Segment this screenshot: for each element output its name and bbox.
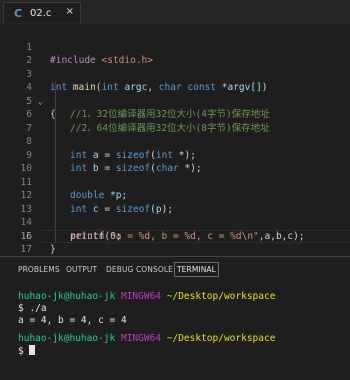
code-line: 3 int main(int argc, char const *argv[]) [0,54,350,94]
line-number: 16 [20,230,32,242]
code-line: 10 [0,149,350,174]
c-file-icon: C [14,6,23,20]
code-line: 6 //2、64位编译器用32位大小(8字节)保存地址 [0,95,350,134]
code-line: 1 #include <stdio.h> [0,27,350,67]
code-line: 2 [0,41,350,66]
tab-problems[interactable]: PROBLEMS [18,265,60,274]
code-line: 9 int b = sizeof(char *); [0,135,350,175]
panel-tab-bar: PROBLEMS OUTPUT DEBUG CONSOLE TERMINAL [0,257,350,283]
code-line: 4 ⌄ { [0,68,350,120]
line-number: 14 [20,217,32,228]
code-line: 14 printf("a = %d, b = %d, c = %d\n",a,b… [0,203,350,242]
terminal-prompt-line: huhao-jk@huhao-jk MINGW64 ~/Desktop/work… [18,333,276,344]
terminal-cursor [29,345,36,355]
close-icon[interactable]: × [66,6,74,17]
tab-debug-console[interactable]: DEBUG CONSOLE [106,265,173,274]
return-keyword: return [70,230,105,242]
code-line: 16 return 0; [0,230,350,244]
terminal[interactable]: huhao-jk@huhao-jk MINGW64 ~/Desktop/work… [0,283,350,380]
terminal-output: a = 4, b = 4, c = 4 [18,315,127,326]
code-editor[interactable]: 1 #include <stdio.h> 2 3 int main(int ar… [0,24,350,256]
code-line: 13 [0,189,350,215]
line-number: 17 [20,244,32,255]
code-line: 12 int c = sizeof(p); [0,176,350,215]
tab-output[interactable]: OUTPUT [66,265,97,274]
editor-tab-bar: C 02.c × [0,0,350,24]
terminal-input-line[interactable]: $ [18,345,36,358]
terminal-command: $ ./a [18,303,47,314]
file-tab[interactable]: C 02.c × [3,2,81,23]
code-line: 5 //1、32位编译器用32位大小(4字节)保存地址 [0,81,350,121]
code-line: 8 int a = sizeof(int *); [0,122,350,161]
tab-terminal[interactable]: TERMINAL [174,262,219,277]
code-line: 11 double *p; [0,162,350,202]
terminal-prompt-line: huhao-jk@huhao-jk MINGW64 ~/Desktop/work… [18,291,276,302]
tab-filename: 02.c [30,7,52,19]
code-line: 7 [0,108,350,134]
code-line: 17} [0,243,350,257]
